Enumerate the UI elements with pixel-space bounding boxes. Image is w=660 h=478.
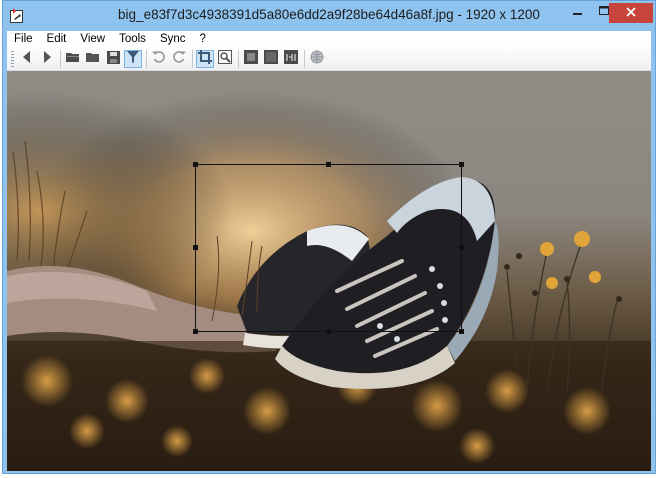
folder-icon — [86, 51, 100, 66]
crop-icon — [198, 50, 212, 67]
crop-selection[interactable] — [193, 162, 464, 334]
previous-button[interactable] — [18, 50, 36, 68]
rotate-left-button[interactable] — [150, 50, 168, 68]
close-icon — [626, 6, 636, 20]
crop-button[interactable] — [196, 49, 214, 68]
selection-handle-bottom-left[interactable] — [193, 329, 198, 334]
selection-handle-top-left[interactable] — [193, 162, 198, 167]
next-button[interactable] — [38, 50, 56, 68]
toolbar-separator — [146, 49, 147, 68]
web-button[interactable] — [308, 50, 326, 68]
menu-edit[interactable]: Edit — [40, 31, 74, 47]
selection-handle-top-right[interactable] — [459, 162, 464, 167]
selection-handle-bottom[interactable] — [326, 329, 331, 334]
globe-icon — [310, 50, 324, 67]
toolbar-grip[interactable] — [11, 50, 14, 67]
minimize-button[interactable] — [565, 1, 591, 22]
filter-icon — [126, 50, 140, 67]
fullscreen-icon — [264, 50, 278, 67]
toolbar-separator — [304, 49, 305, 68]
window-title: big_e83f7d3c4938391d5a80e6dd2a9f28be64d4… — [118, 7, 540, 22]
image-canvas[interactable] — [7, 71, 651, 471]
open-folder-icon — [66, 51, 80, 66]
open-button[interactable] — [64, 50, 82, 68]
rotate-left-icon — [152, 50, 166, 67]
menu-tools[interactable]: Tools — [112, 31, 153, 47]
fit-window-icon — [244, 50, 258, 67]
toolbar — [7, 47, 651, 71]
app-window: big_e83f7d3c4938391d5a80e6dd2a9f28be64d4… — [2, 0, 656, 474]
menu-view[interactable]: View — [73, 31, 112, 47]
fit-window-button[interactable] — [242, 50, 260, 68]
save-icon — [106, 50, 120, 67]
menu-sync[interactable]: Sync — [153, 31, 193, 47]
selection-handle-right[interactable] — [459, 245, 464, 250]
fullscreen-button[interactable] — [262, 50, 280, 68]
minimize-icon — [573, 5, 583, 19]
filter-button[interactable] — [124, 49, 142, 68]
toolbar-separator — [238, 49, 239, 68]
actual-size-icon — [284, 50, 298, 67]
rotate-right-icon — [172, 50, 186, 67]
toolbar-separator — [60, 49, 61, 68]
title-bar[interactable]: big_e83f7d3c4938391d5a80e6dd2a9f28be64d4… — [3, 1, 655, 31]
browse-folder-button[interactable] — [84, 50, 102, 68]
maximize-icon — [599, 5, 609, 19]
arrow-right-icon — [40, 50, 54, 67]
selection-handle-top[interactable] — [326, 162, 331, 167]
save-button[interactable] — [104, 50, 122, 68]
zoom-selection-icon — [218, 50, 232, 67]
actual-size-button[interactable] — [282, 50, 300, 68]
selection-handle-left[interactable] — [193, 245, 198, 250]
arrow-left-icon — [20, 50, 34, 67]
menu-file[interactable]: File — [7, 31, 40, 47]
rotate-right-button[interactable] — [170, 50, 188, 68]
toolbar-separator — [192, 49, 193, 68]
close-button[interactable] — [609, 3, 653, 23]
zoom-selection-button[interactable] — [216, 50, 234, 68]
selection-handle-bottom-right[interactable] — [459, 329, 464, 334]
menu-help[interactable]: ? — [193, 31, 213, 47]
menu-bar: File Edit View Tools Sync ? — [7, 31, 651, 47]
